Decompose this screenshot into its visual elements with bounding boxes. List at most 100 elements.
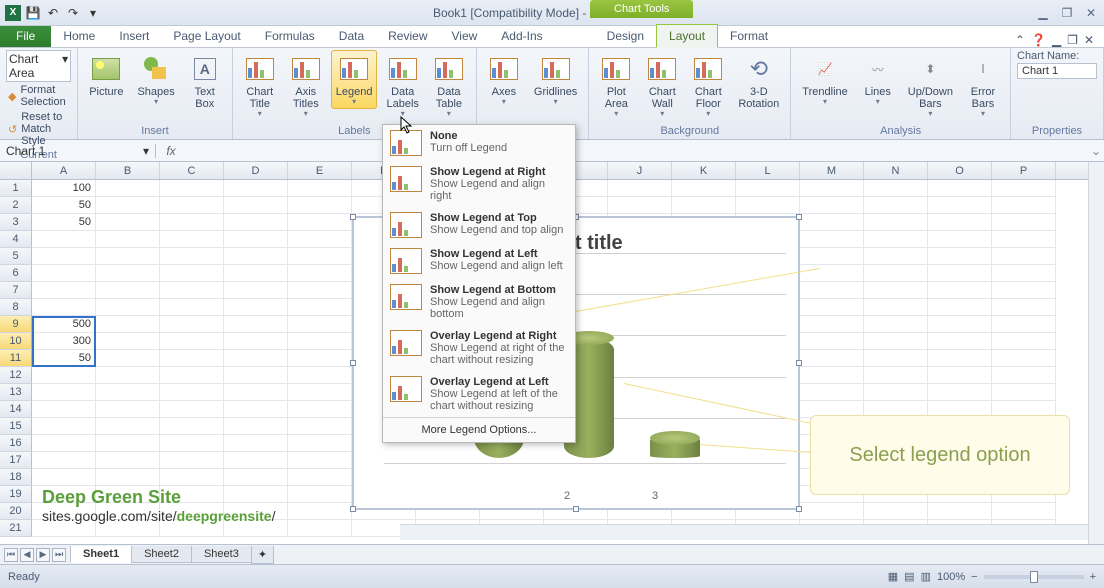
column-header[interactable]: C <box>160 162 224 179</box>
cell[interactable] <box>992 333 1056 350</box>
cell[interactable] <box>288 367 352 384</box>
rotation-button[interactable]: ⟲3-D Rotation <box>733 50 784 113</box>
cell[interactable] <box>224 333 288 350</box>
cell[interactable] <box>864 265 928 282</box>
cell[interactable]: 50 <box>32 350 96 367</box>
cell[interactable] <box>160 265 224 282</box>
row-header[interactable]: 8 <box>0 299 32 316</box>
legend-menu-item[interactable]: Overlay Legend at RightShow Legend at ri… <box>383 325 575 371</box>
gridlines-button[interactable]: Gridlines▾ <box>529 50 582 109</box>
row-header[interactable]: 9 <box>0 316 32 333</box>
row-header[interactable]: 6 <box>0 265 32 282</box>
cell[interactable] <box>96 248 160 265</box>
new-sheet-button[interactable]: ✦ <box>251 546 274 564</box>
cell[interactable] <box>992 248 1056 265</box>
tab-format[interactable]: Format <box>718 25 780 47</box>
cell[interactable] <box>928 265 992 282</box>
cell[interactable] <box>864 503 928 520</box>
cell[interactable] <box>800 316 864 333</box>
sheet-nav-last[interactable]: ⏭ <box>52 548 66 562</box>
zoom-label[interactable]: 100% <box>937 571 965 583</box>
cell[interactable] <box>864 282 928 299</box>
tab-home[interactable]: Home <box>51 25 107 47</box>
cell[interactable] <box>224 180 288 197</box>
cell[interactable] <box>992 350 1056 367</box>
tab-layout[interactable]: Layout <box>656 24 718 48</box>
cell[interactable] <box>96 435 160 452</box>
cell[interactable] <box>96 367 160 384</box>
cell[interactable] <box>288 231 352 248</box>
cell[interactable] <box>224 299 288 316</box>
column-header[interactable]: L <box>736 162 800 179</box>
cell[interactable] <box>288 282 352 299</box>
cell[interactable] <box>160 316 224 333</box>
cell[interactable]: 300 <box>32 333 96 350</box>
cell[interactable] <box>160 367 224 384</box>
cell[interactable] <box>160 333 224 350</box>
cell[interactable] <box>32 367 96 384</box>
row-header[interactable]: 16 <box>0 435 32 452</box>
cell[interactable] <box>224 350 288 367</box>
tab-formulas[interactable]: Formulas <box>253 25 327 47</box>
cell[interactable] <box>160 418 224 435</box>
cell[interactable] <box>864 299 928 316</box>
chart-elements-combo[interactable]: Chart Area▾ <box>6 50 71 82</box>
cell[interactable] <box>288 197 352 214</box>
undo-button[interactable]: ↶ <box>44 4 62 22</box>
cell[interactable] <box>160 350 224 367</box>
cell[interactable] <box>224 418 288 435</box>
horizontal-scrollbar[interactable] <box>400 524 1088 540</box>
cell[interactable] <box>928 231 992 248</box>
cell[interactable] <box>992 299 1056 316</box>
cell[interactable] <box>288 248 352 265</box>
help-button[interactable]: ❓ <box>1031 33 1046 47</box>
cell[interactable] <box>224 316 288 333</box>
redo-button[interactable]: ↷ <box>64 4 82 22</box>
cell[interactable] <box>160 469 224 486</box>
cell[interactable] <box>992 384 1056 401</box>
zoom-out-button[interactable]: − <box>971 571 977 583</box>
legend-menu-item[interactable]: Show Legend at BottomShow Legend and ali… <box>383 279 575 325</box>
legend-menu-item[interactable]: Show Legend at TopShow Legend and top al… <box>383 207 575 243</box>
sheet-nav-prev[interactable]: ◀ <box>20 548 34 562</box>
chart-title-button[interactable]: Chart Title▾ <box>239 50 281 121</box>
row-header[interactable]: 15 <box>0 418 32 435</box>
row-header[interactable]: 21 <box>0 520 32 537</box>
close-button[interactable]: ✕ <box>1082 4 1100 22</box>
data-table-button[interactable]: Data Table▾ <box>428 50 470 121</box>
cell[interactable] <box>32 282 96 299</box>
legend-menu-item[interactable]: Show Legend at RightShow Legend and alig… <box>383 161 575 207</box>
cell[interactable] <box>928 180 992 197</box>
name-box[interactable]: Chart 1▾ <box>0 144 156 158</box>
legend-button[interactable]: Legend▾ <box>331 50 378 109</box>
cell[interactable] <box>608 180 672 197</box>
cell[interactable] <box>800 350 864 367</box>
cell[interactable] <box>32 248 96 265</box>
cell[interactable] <box>288 316 352 333</box>
column-header[interactable]: O <box>928 162 992 179</box>
cell[interactable] <box>992 214 1056 231</box>
cell[interactable] <box>96 180 160 197</box>
row-header[interactable]: 14 <box>0 401 32 418</box>
view-page-layout-button[interactable]: ▤ <box>904 570 914 583</box>
axes-button[interactable]: Axes▾ <box>483 50 525 109</box>
cell[interactable] <box>672 197 736 214</box>
cell[interactable] <box>736 180 800 197</box>
row-header[interactable]: 11 <box>0 350 32 367</box>
row-header[interactable]: 7 <box>0 282 32 299</box>
row-header[interactable]: 12 <box>0 367 32 384</box>
cell[interactable] <box>288 384 352 401</box>
minimize-ribbon-button[interactable]: ⌃ <box>1015 33 1025 47</box>
cell[interactable] <box>800 384 864 401</box>
cell[interactable] <box>96 418 160 435</box>
cell[interactable] <box>96 197 160 214</box>
cell[interactable] <box>224 384 288 401</box>
cell[interactable] <box>288 401 352 418</box>
cell[interactable] <box>928 503 992 520</box>
cell[interactable] <box>32 231 96 248</box>
cell[interactable] <box>96 231 160 248</box>
vertical-scrollbar[interactable] <box>1088 162 1104 544</box>
cell[interactable] <box>96 384 160 401</box>
row-header[interactable]: 13 <box>0 384 32 401</box>
cell[interactable] <box>288 214 352 231</box>
